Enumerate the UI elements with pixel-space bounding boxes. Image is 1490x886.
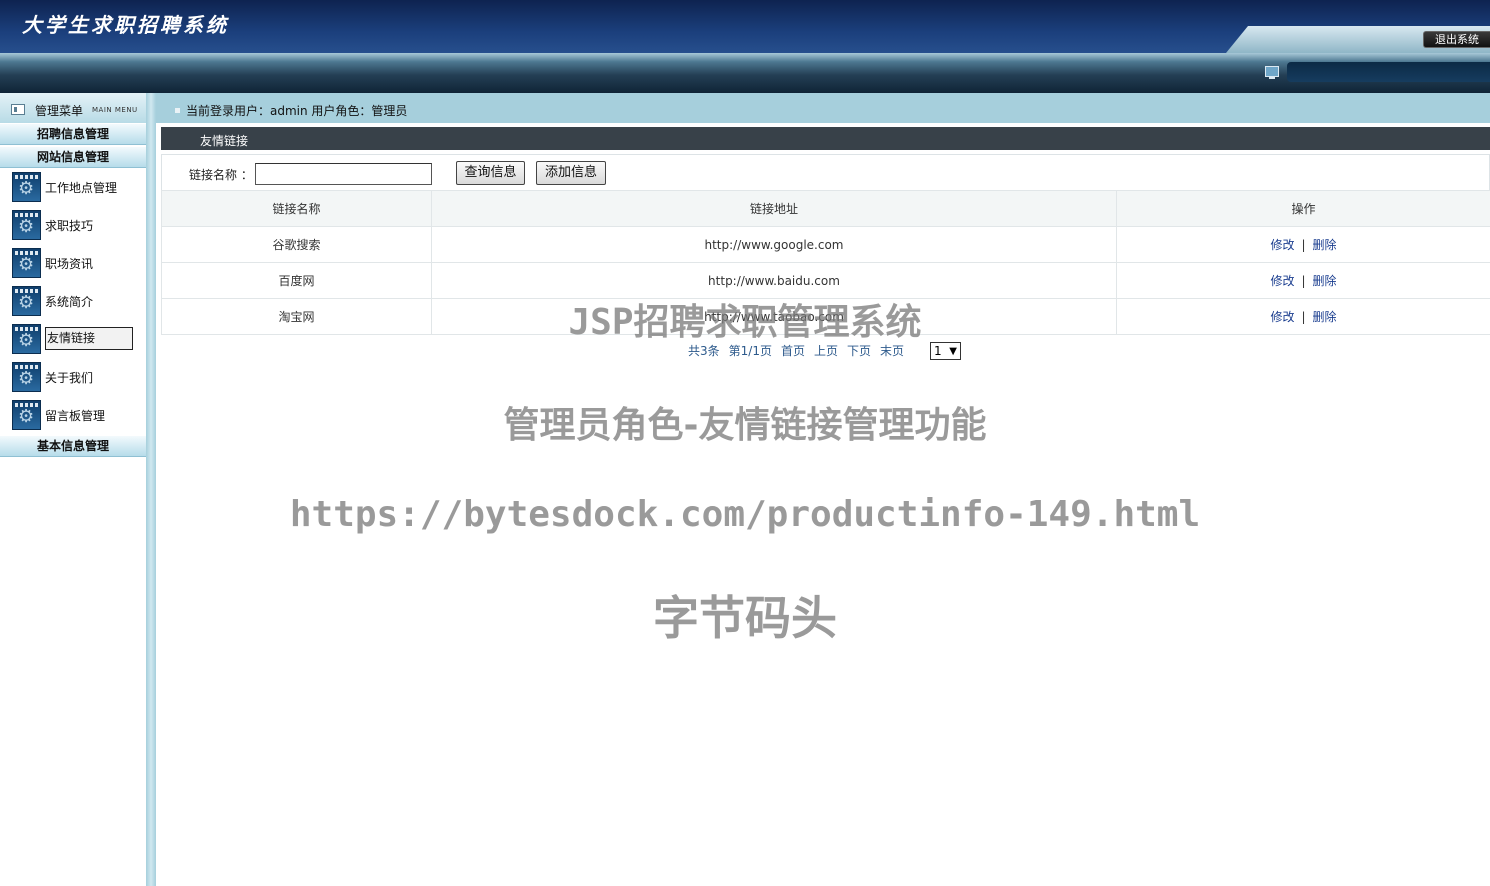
- monitor-icon: [1265, 66, 1279, 79]
- table-header-row: 链接名称 链接地址 操作: [161, 190, 1490, 227]
- link-name-input[interactable]: [255, 163, 432, 185]
- sidebar-title: 管理菜单: [35, 104, 84, 118]
- app-title: 大学生求职招聘系统: [22, 13, 229, 37]
- separator: |: [1301, 238, 1306, 252]
- cell-actions: 修改 | 删除: [1116, 262, 1490, 299]
- pager-page: 第1/1页: [728, 344, 772, 358]
- panel-title: 友情链接: [200, 134, 249, 148]
- menu-group-recruitment[interactable]: 招聘信息管理: [0, 124, 146, 145]
- pager-total: 共3条: [688, 344, 720, 358]
- bullet-icon: [175, 108, 180, 113]
- edit-link[interactable]: 修改: [1270, 238, 1294, 252]
- cell-link-name: 百度网: [161, 262, 432, 299]
- cell-link-url: http://www.google.com: [431, 226, 1117, 263]
- delete-link[interactable]: 删除: [1313, 310, 1337, 324]
- sidebar-item-label: 关于我们: [45, 371, 94, 385]
- sidebar-subtitle: MAIN MENU: [92, 106, 138, 114]
- pager-prev[interactable]: 上页: [814, 342, 838, 359]
- menu-group-website[interactable]: 网站信息管理: [0, 147, 146, 168]
- panel-title-bar: 友情链接: [161, 127, 1490, 150]
- table-row: 谷歌搜索 http://www.google.com 修改 | 删除: [161, 226, 1490, 263]
- links-table: 链接名称 链接地址 操作 谷歌搜索 http://www.google.com …: [161, 190, 1490, 335]
- sidebar-item-message-board[interactable]: 留言板管理: [12, 400, 142, 430]
- cell-link-name: 淘宝网: [161, 298, 432, 335]
- gear-icon: [12, 324, 41, 354]
- pager-last[interactable]: 末页: [880, 342, 904, 359]
- sidebar-item-label: 职场资讯: [45, 257, 94, 271]
- search-row: 链接名称 ： 查询信息 添加信息: [161, 154, 1490, 190]
- sidebar-item-label: 系统简介: [45, 295, 94, 309]
- page-select[interactable]: 1 ▼: [930, 342, 961, 360]
- pagination: 共3条 第1/1页 首页 上页 下页 末页: [688, 342, 913, 362]
- table-row: 淘宝网 http://www.taobao.com 修改 | 删除: [161, 298, 1490, 335]
- page-select-value: 1: [934, 344, 942, 358]
- delete-link[interactable]: 删除: [1313, 274, 1337, 288]
- cell-actions: 修改 | 删除: [1116, 298, 1490, 335]
- sidebar-item-job-tips[interactable]: 求职技巧: [12, 210, 142, 240]
- separator: |: [1301, 310, 1306, 324]
- sidebar-item-label: 留言板管理: [45, 409, 106, 423]
- add-button[interactable]: 添加信息: [536, 161, 606, 185]
- sidebar-item-career-news[interactable]: 职场资讯: [12, 248, 142, 278]
- edit-link[interactable]: 修改: [1270, 310, 1294, 324]
- status-slot: [1287, 62, 1490, 82]
- sidebar-item-system-intro[interactable]: 系统简介: [12, 286, 142, 316]
- header-toolbar: [0, 53, 1490, 93]
- sidebar-edge: [146, 93, 156, 886]
- gear-icon: [12, 362, 41, 392]
- gear-icon: [12, 210, 41, 240]
- menu-group-basic-info[interactable]: 基本信息管理: [0, 436, 146, 457]
- current-user-text: 当前登录用户：admin 用户角色：管理员: [186, 104, 408, 118]
- cell-link-url: http://www.baidu.com: [431, 262, 1117, 299]
- query-button[interactable]: 查询信息: [456, 161, 525, 185]
- table-row: 百度网 http://www.baidu.com 修改 | 删除: [161, 262, 1490, 299]
- menu-icon: [11, 104, 25, 115]
- cell-link-url: http://www.taobao.com: [431, 298, 1117, 335]
- separator: |: [1301, 274, 1306, 288]
- gear-icon: [12, 286, 41, 316]
- watermark-line-4: 字节码头: [653, 591, 837, 645]
- cell-link-name: 谷歌搜索: [161, 226, 432, 263]
- watermark-line-3: https://bytesdock.com/productinfo-149.ht…: [289, 494, 1201, 535]
- user-info-bar: 当前登录用户：admin 用户角色：管理员: [156, 93, 1490, 123]
- sidebar-item-label: 工作地点管理: [45, 181, 118, 195]
- column-header-name: 链接名称: [161, 190, 432, 227]
- sidebar-item-about-us[interactable]: 关于我们: [12, 362, 142, 392]
- column-header-url: 链接地址: [431, 190, 1117, 227]
- edit-link[interactable]: 修改: [1270, 274, 1294, 288]
- gear-icon: [12, 400, 41, 430]
- sidebar: 管理菜单 MAIN MENU 招聘信息管理 网站信息管理 工作地点管理 求职技巧…: [0, 93, 156, 886]
- gear-icon: [12, 172, 41, 202]
- watermark-line-2: 管理员角色-友情链接管理功能: [503, 405, 987, 446]
- sidebar-item-label: 友情链接: [45, 327, 133, 350]
- delete-link[interactable]: 删除: [1313, 238, 1337, 252]
- pager-first[interactable]: 首页: [781, 342, 805, 359]
- logout-button[interactable]: 退出系统: [1423, 31, 1490, 48]
- sidebar-item-friend-links[interactable]: 友情链接: [12, 324, 142, 354]
- cell-actions: 修改 | 删除: [1116, 226, 1490, 263]
- chevron-down-icon: ▼: [949, 346, 957, 357]
- pager-next[interactable]: 下页: [847, 342, 871, 359]
- sidebar-item-work-location[interactable]: 工作地点管理: [12, 172, 142, 202]
- sidebar-header: 管理菜单 MAIN MENU: [0, 93, 156, 123]
- app-header: 大学生求职招聘系统 退出系统: [0, 0, 1490, 53]
- gear-icon: [12, 248, 41, 278]
- sidebar-item-label: 求职技巧: [45, 219, 94, 233]
- search-label: 链接名称 ：: [189, 168, 253, 182]
- column-header-actions: 操作: [1116, 190, 1490, 227]
